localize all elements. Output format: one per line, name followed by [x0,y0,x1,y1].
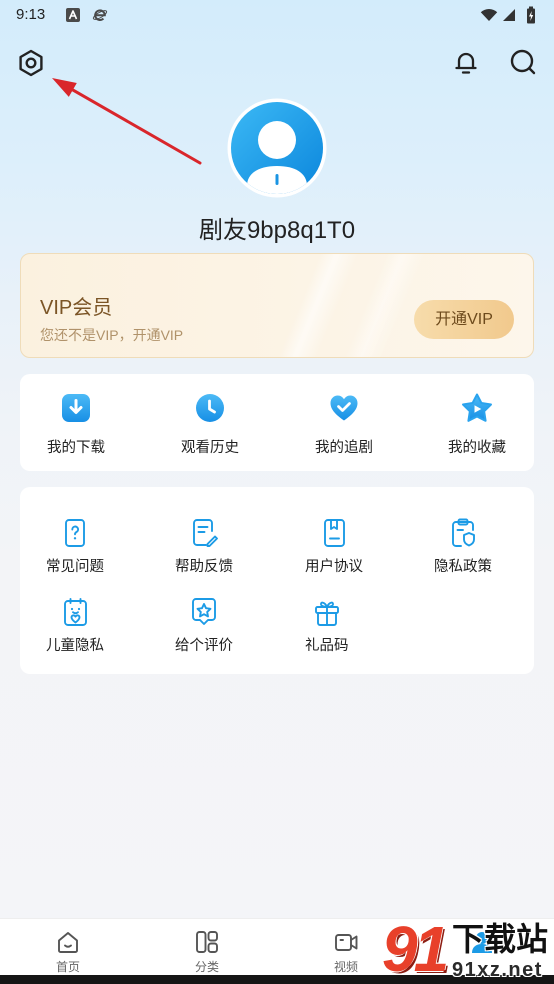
quick-item-label: 我的下载 [47,440,105,456]
service-item-label: 儿童隐私 [46,638,104,654]
quick-item-history[interactable]: 观看历史 [180,392,240,458]
service-item-label: 用户协议 [305,559,363,575]
quick-item-label: 观看历史 [181,440,239,456]
quick-actions-card: 我的下载 观看历史 我的追剧 我的收藏 [20,374,534,471]
bell-icon [455,52,477,74]
quick-item-label: 我的收藏 [448,440,506,456]
video-icon [335,934,358,951]
vip-card[interactable]: VIP会员 您还不是VIP，开通VIP 开通VIP [20,253,534,358]
service-item-label: 帮助反馈 [175,559,233,575]
star-play-icon [462,393,492,422]
nav-item-video[interactable]: 视频 [316,919,376,975]
heart-check-icon [330,395,358,421]
search-button[interactable] [509,48,537,76]
settings-button[interactable] [16,48,46,78]
nav-item-label: 首页 [55,960,80,974]
status-bar: 9:13 [0,0,554,32]
battery-charging-icon [527,6,535,24]
vip-title: VIP会员 [40,297,113,319]
service-item-label: 隐私政策 [434,559,492,575]
open-vip-button[interactable]: 开通VIP [414,300,514,339]
child-privacy-icon [64,598,87,626]
avatar[interactable] [227,98,327,198]
rating-icon [192,598,216,625]
profile-icon [472,932,492,953]
category-icon [196,931,218,953]
nav-item-profile[interactable] [469,929,495,955]
nav-item-label: 分类 [194,960,219,974]
profile-screen: 9:13 剧友9bp8q1T0 VIP会员 您还不是VIP，开通VIP 开通VI… [0,0,554,984]
quick-item-favorites[interactable]: 我的收藏 [447,392,507,458]
service-item-label: 给个评价 [175,638,233,654]
settings-icon [19,49,43,77]
bottom-nav: 首页 分类 视频 [0,918,554,975]
quick-item-label: 我的追剧 [315,440,373,456]
service-item-faq[interactable]: 常见问题 [46,517,104,577]
agreement-icon [324,519,345,547]
privacy-policy-icon [452,518,475,547]
history-clock-icon [196,394,224,422]
username[interactable]: 剧友9bp8q1T0 [0,213,554,249]
nav-item-label: 视频 [333,960,358,974]
system-navigation-bar [0,975,554,984]
home-icon [58,932,78,953]
nav-item-home[interactable]: 首页 [38,919,98,975]
search-icon [510,49,536,75]
wifi-icon [480,9,498,21]
vip-subtitle: 您还不是VIP，开通VIP [40,327,184,343]
service-item-label: 常见问题 [46,559,104,575]
quick-item-following[interactable]: 我的追剧 [314,392,374,458]
download-icon [62,394,90,422]
faq-icon [65,519,85,547]
service-item-gift-code[interactable]: 礼品码 [305,596,349,656]
signal-icon [503,9,515,21]
service-item-feedback[interactable]: 帮助反馈 [175,517,233,577]
default-user-avatar-icon [227,98,327,198]
annotation-arrow [52,78,202,165]
browser-icon [92,9,108,21]
service-item-agreement[interactable]: 用户协议 [305,517,363,577]
gift-icon [314,601,339,626]
status-time: 9:13 [16,6,46,23]
service-item-label: 礼品码 [305,638,349,654]
nav-item-category[interactable]: 分类 [177,919,237,975]
service-item-child-privacy[interactable]: 儿童隐私 [46,596,104,656]
app-a-icon [66,8,80,22]
service-item-privacy-policy[interactable]: 隐私政策 [434,517,492,577]
services-card: 常见问题 帮助反馈 用户协议 隐私政策 儿童隐私 给个评价 礼品码 [20,487,534,674]
feedback-icon [193,519,218,547]
notification-button[interactable] [452,48,480,76]
service-item-rating[interactable]: 给个评价 [175,596,233,656]
quick-item-downloads[interactable]: 我的下载 [46,392,106,458]
